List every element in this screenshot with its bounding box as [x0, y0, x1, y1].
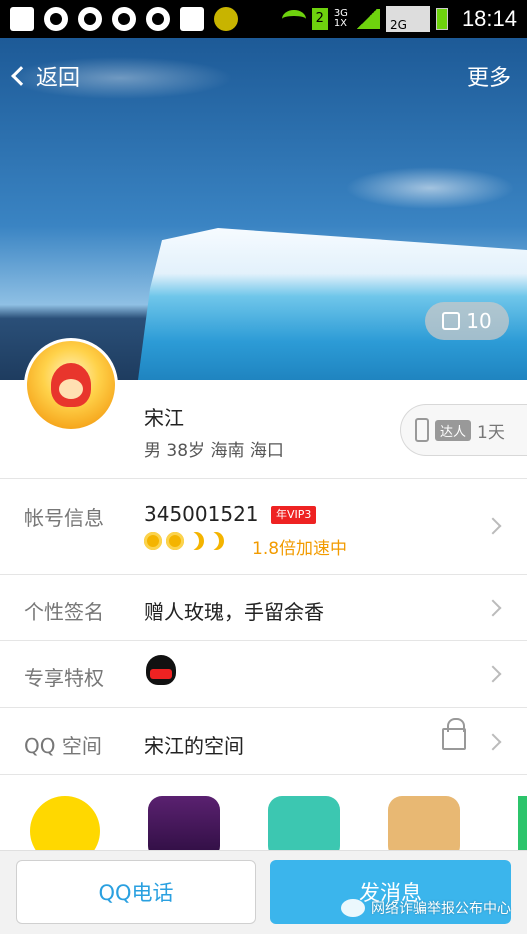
- battery-icon: [435, 8, 448, 30]
- avatar[interactable]: [24, 338, 118, 432]
- wifi-icon: [281, 10, 306, 28]
- winged-phone-icon: [415, 418, 429, 442]
- profile-name: 宋江: [144, 406, 184, 430]
- qq-notification-icon: [44, 7, 68, 31]
- wechat-icon: [341, 899, 365, 917]
- divider: [0, 478, 527, 479]
- like-count: 10: [466, 309, 492, 333]
- chevron-left-icon: [11, 66, 31, 86]
- app-icons-row: [0, 790, 527, 866]
- more-button[interactable]: 更多: [467, 60, 511, 92]
- daren-badge[interactable]: 达人 1天: [400, 404, 527, 456]
- qq-notification-icon: [112, 7, 136, 31]
- thumbs-up-icon: [442, 312, 461, 330]
- chevron-right-icon: [484, 517, 502, 535]
- daren-tag: 达人: [435, 419, 472, 441]
- account-label: 帐号信息: [24, 506, 104, 530]
- back-label: 返回: [36, 66, 81, 91]
- network-type: 3G 1X: [333, 8, 348, 29]
- sun-icon: [144, 532, 162, 550]
- like-button[interactable]: 10: [425, 302, 509, 340]
- fortune-god-avatar-icon: [51, 363, 91, 407]
- moon-icon: [188, 532, 204, 550]
- qq-notification-icon: [146, 7, 170, 31]
- qq-notification-icon: [78, 7, 102, 31]
- divider: [0, 640, 527, 641]
- divider: [0, 574, 527, 575]
- qq-level-icons: [144, 532, 224, 550]
- qzone-value: 宋江的空间: [144, 734, 244, 758]
- plus-icon: [10, 7, 34, 31]
- signature-value: 赠人玫瑰，手留余香: [144, 600, 324, 624]
- coin-icon: [214, 7, 238, 31]
- clock: 18:14: [461, 6, 517, 31]
- lock-icon: [442, 718, 466, 750]
- sun-icon: [166, 532, 184, 550]
- divider: [0, 707, 527, 708]
- back-button[interactable]: 返回: [11, 60, 81, 92]
- signature-label: 个性签名: [24, 600, 104, 624]
- sim-slot-indicator: 2: [311, 8, 328, 30]
- profile-details: 男 38岁 海南 海口: [144, 441, 284, 461]
- signal-icon: [353, 9, 380, 29]
- image-icon: [180, 7, 204, 31]
- qq-call-button[interactable]: QQ电话: [16, 860, 256, 924]
- moon-icon: [208, 532, 224, 550]
- chevron-right-icon: [484, 665, 502, 683]
- notification-icons: [10, 7, 238, 31]
- divider: [0, 774, 527, 775]
- privilege-label: 专享特权: [24, 666, 104, 690]
- vip-badge: 年VIP3: [271, 506, 317, 524]
- watermark: 网络诈骗举报公布中心: [341, 898, 511, 918]
- daren-days: 1天: [477, 422, 505, 443]
- watermark-text: 网络诈骗举报公布中心: [371, 901, 511, 917]
- signal-2g-icon: 2G: [385, 6, 430, 32]
- speed-status: 1.8倍加速中: [252, 539, 348, 559]
- qq-penguin-icon: [146, 655, 176, 685]
- chevron-right-icon: [484, 733, 502, 751]
- qzone-label: QQ 空间: [24, 734, 102, 758]
- chevron-right-icon: [484, 599, 502, 617]
- status-bar: 2 3G 1X 2G 18:14: [0, 0, 527, 38]
- qq-number: 345001521: [144, 502, 259, 526]
